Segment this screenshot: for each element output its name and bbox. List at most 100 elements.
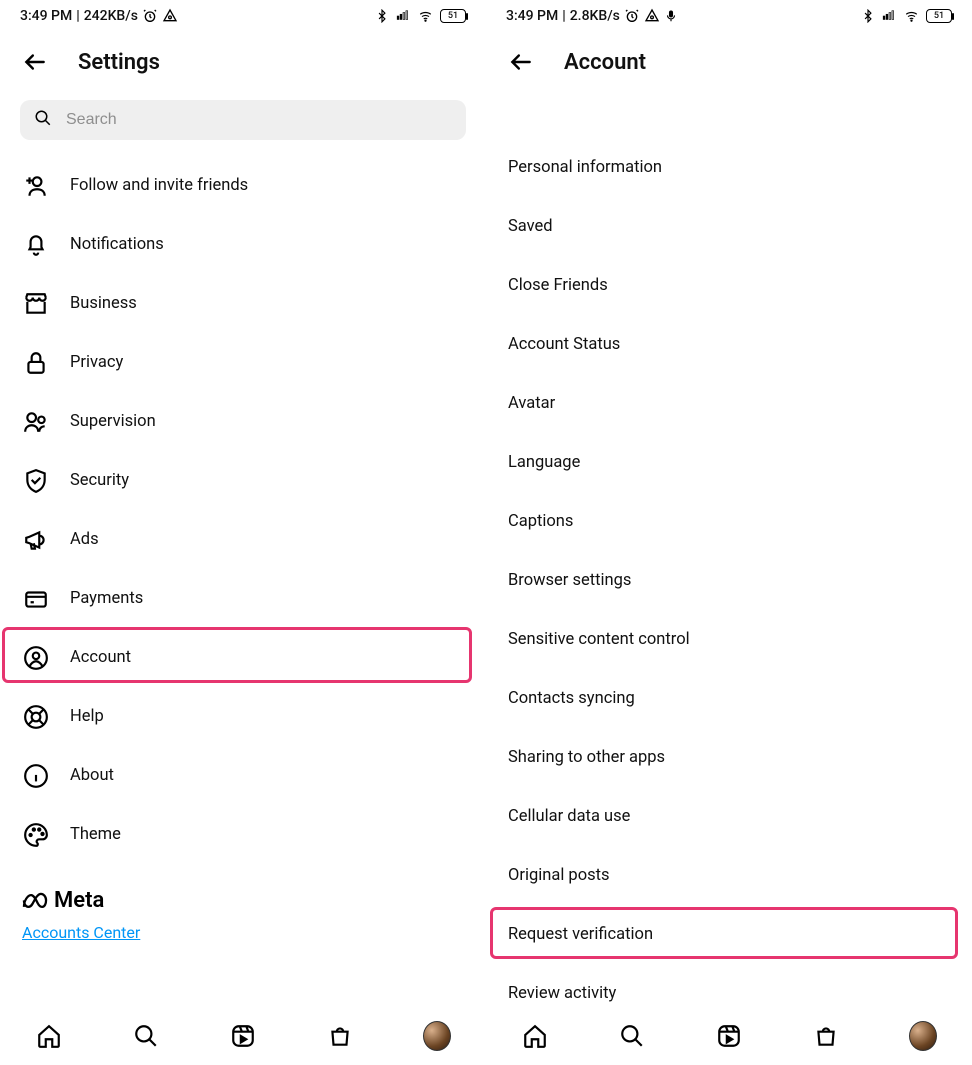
- bluetooth-icon: [861, 9, 875, 23]
- people-icon: [22, 408, 50, 436]
- account-row-label: Avatar: [508, 394, 555, 413]
- settings-row-follow-and-invite-friends[interactable]: Follow and invite friends: [0, 156, 486, 215]
- signal-icon: [395, 9, 411, 23]
- status-bar: 3:49 PM | 242KB/s: [0, 0, 486, 32]
- settings-row-label: Help: [70, 707, 104, 726]
- settings-row-label: Payments: [70, 589, 143, 608]
- account-row-sharing-to-other-apps[interactable]: Sharing to other apps: [486, 728, 972, 787]
- info-icon: [22, 762, 50, 790]
- settings-row-label: Ads: [70, 530, 99, 549]
- status-time: 3:49 PM: [20, 8, 72, 24]
- search-icon: [34, 109, 52, 131]
- settings-row-help[interactable]: Help: [0, 687, 486, 746]
- bluetooth-icon: [375, 9, 389, 23]
- settings-row-security[interactable]: Security: [0, 451, 486, 510]
- nav-shop-icon[interactable]: [812, 1022, 840, 1050]
- account-row-label: Cellular data use: [508, 807, 630, 826]
- bottom-nav: [486, 1007, 972, 1065]
- avatar: [909, 1021, 937, 1051]
- settings-list: Follow and invite friends Notifications Bu…: [0, 150, 486, 864]
- account-row-label: Account Status: [508, 335, 620, 354]
- alarm-icon: [624, 8, 640, 24]
- nav-home-icon[interactable]: [521, 1022, 549, 1050]
- account-row-label: Sensitive content control: [508, 630, 690, 649]
- bell-icon: [22, 231, 50, 259]
- account-row-label: Sharing to other apps: [508, 748, 665, 767]
- bottom-nav: [0, 1007, 486, 1065]
- account-screen: 3:49 PM | 2.8KB/s: [486, 0, 972, 1065]
- account-row-personal-information[interactable]: Personal information: [486, 138, 972, 197]
- settings-row-privacy[interactable]: Privacy: [0, 333, 486, 392]
- account-row-contacts-syncing[interactable]: Contacts syncing: [486, 669, 972, 728]
- settings-row-business[interactable]: Business: [0, 274, 486, 333]
- nav-reels-icon[interactable]: [715, 1022, 743, 1050]
- account-row-browser-settings[interactable]: Browser settings: [486, 551, 972, 610]
- account-row-label: Original posts: [508, 866, 610, 885]
- back-button[interactable]: [20, 47, 50, 77]
- settings-row-ads[interactable]: Ads: [0, 510, 486, 569]
- card-icon: [22, 585, 50, 613]
- nav-reels-icon[interactable]: [229, 1022, 257, 1050]
- account-row-sensitive-content-control[interactable]: Sensitive content control: [486, 610, 972, 669]
- search-input[interactable]: [20, 100, 466, 140]
- search-field[interactable]: [66, 111, 452, 129]
- account-row-label: Contacts syncing: [508, 689, 635, 708]
- lifebuoy-icon: [22, 703, 50, 731]
- mic-icon: [664, 9, 678, 23]
- header: Settings: [0, 32, 486, 92]
- page-title: Account: [564, 50, 646, 75]
- storefront-icon: [22, 290, 50, 318]
- battery-icon: 51: [440, 9, 466, 23]
- settings-row-label: Privacy: [70, 353, 123, 372]
- account-row-captions[interactable]: Captions: [486, 492, 972, 551]
- account-row-label: Personal information: [508, 158, 662, 177]
- alarm-icon: [142, 8, 158, 24]
- account-row-label: Review activity: [508, 984, 616, 1003]
- settings-row-account[interactable]: Account: [0, 628, 486, 687]
- settings-row-supervision[interactable]: Supervision: [0, 392, 486, 451]
- settings-row-notifications[interactable]: Notifications: [0, 215, 486, 274]
- palette-icon: [22, 821, 50, 849]
- megaphone-icon: [22, 526, 50, 554]
- nav-profile[interactable]: [423, 1022, 451, 1050]
- status-bar: 3:49 PM | 2.8KB/s: [486, 0, 972, 32]
- header: Account: [486, 32, 972, 92]
- account-row-label: Close Friends: [508, 276, 608, 295]
- wifi-icon: [417, 9, 434, 23]
- back-button[interactable]: [506, 47, 536, 77]
- settings-row-label: Notifications: [70, 235, 164, 254]
- nav-search-icon[interactable]: [618, 1022, 646, 1050]
- settings-row-label: Supervision: [70, 412, 156, 431]
- account-row-account-status[interactable]: Account Status: [486, 315, 972, 374]
- settings-row-label: Theme: [70, 825, 121, 844]
- user-circle-icon: [22, 644, 50, 672]
- nav-home-icon[interactable]: [35, 1022, 63, 1050]
- account-row-saved[interactable]: Saved: [486, 197, 972, 256]
- status-net: 242KB/s: [84, 8, 138, 24]
- account-row-cellular-data-use[interactable]: Cellular data use: [486, 787, 972, 846]
- account-row-label: Request verification: [508, 925, 653, 944]
- meta-logo: Meta: [22, 888, 464, 913]
- account-row-language[interactable]: Language: [486, 433, 972, 492]
- settings-row-label: Security: [70, 471, 129, 490]
- status-time: 3:49 PM: [506, 8, 558, 24]
- settings-row-label: Business: [70, 294, 137, 313]
- nav-shop-icon[interactable]: [326, 1022, 354, 1050]
- account-row-label: Language: [508, 453, 580, 472]
- page-title: Settings: [78, 50, 160, 75]
- settings-row-theme[interactable]: Theme: [0, 805, 486, 864]
- meta-label: Meta: [54, 888, 104, 913]
- signal-icon: [881, 9, 897, 23]
- account-row-label: Captions: [508, 512, 573, 531]
- settings-row-about[interactable]: About: [0, 746, 486, 805]
- account-row-close-friends[interactable]: Close Friends: [486, 256, 972, 315]
- account-row-request-verification[interactable]: Request verification: [486, 905, 972, 964]
- settings-row-payments[interactable]: Payments: [0, 569, 486, 628]
- nav-search-icon[interactable]: [132, 1022, 160, 1050]
- account-row-avatar[interactable]: Avatar: [486, 374, 972, 433]
- status-net: 2.8KB/s: [570, 8, 620, 24]
- accounts-center-link[interactable]: Accounts Center: [22, 923, 140, 942]
- account-row-original-posts[interactable]: Original posts: [486, 846, 972, 905]
- battery-icon: 51: [926, 9, 952, 23]
- nav-profile[interactable]: [909, 1022, 937, 1050]
